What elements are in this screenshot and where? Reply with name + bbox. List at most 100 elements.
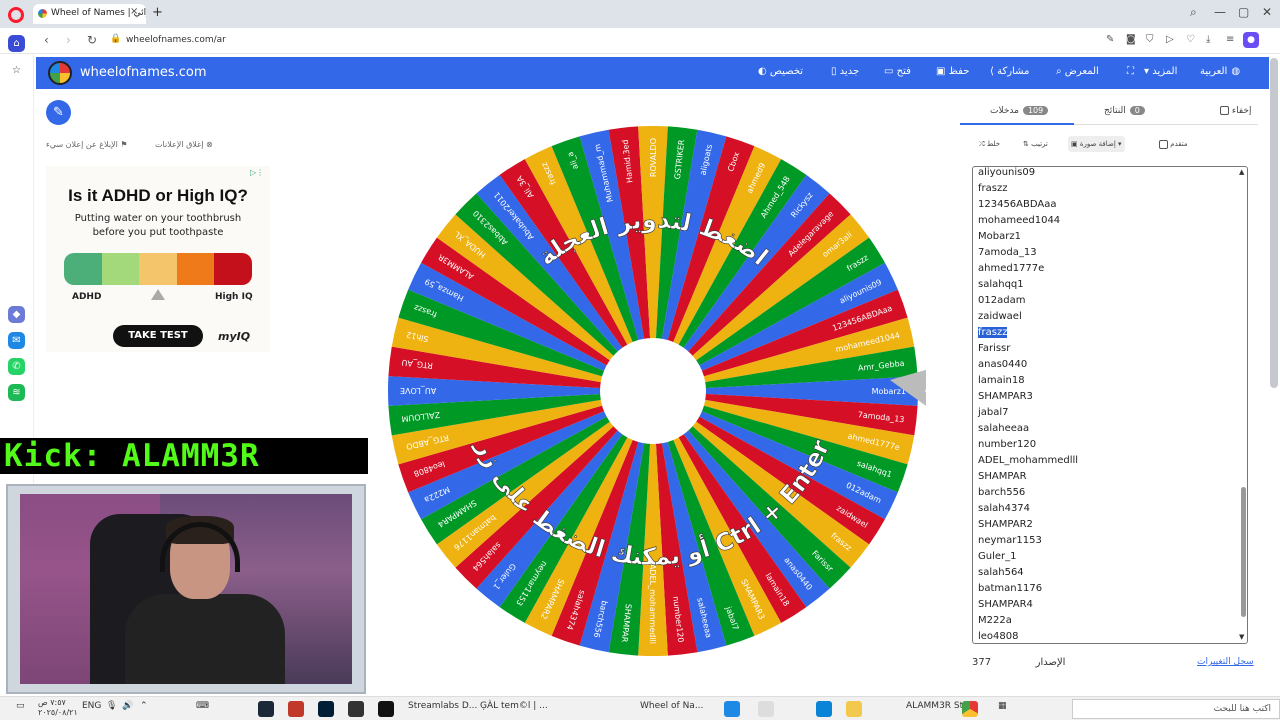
whatsapp-icon[interactable]: ✆ <box>8 358 25 375</box>
taskbar-app-streamlabs[interactable]: Streamlabs D... <box>408 701 477 711</box>
entry-item[interactable]: SHAMPAR3 <box>978 389 1078 405</box>
aria-icon[interactable]: ◆ <box>8 306 25 323</box>
taskbar-app-wheel[interactable]: Wheel of Na... <box>640 701 703 711</box>
taskbar-app-2[interactable]: ĢÀL tem©l | ... <box>480 701 548 711</box>
entry-item[interactable]: number120 <box>978 437 1078 453</box>
entry-item[interactable]: anas0440 <box>978 357 1078 373</box>
app-icon[interactable] <box>348 701 364 717</box>
minimize-button[interactable]: — <box>1214 5 1226 19</box>
download-icon[interactable]: ⤓ <box>1206 34 1210 45</box>
edit-page-icon[interactable]: ✎ <box>1106 34 1114 45</box>
file-explorer-icon[interactable] <box>846 701 862 717</box>
menu-icon[interactable]: ≡ <box>1226 34 1234 45</box>
chevron-up-icon[interactable]: ⌃ <box>140 701 148 711</box>
url-field[interactable]: wheelofnames.com/ar <box>126 35 226 45</box>
entry-item[interactable]: 123456ABDAaa <box>978 197 1078 213</box>
entry-item[interactable]: SHAMPAR2 <box>978 517 1078 533</box>
advertisement[interactable]: ▷⋮ Is it ADHD or High IQ? Putting water … <box>46 166 270 352</box>
report-ad-link[interactable]: الإبلاغ عن إعلان سيء ⚑ <box>46 140 128 149</box>
menu-open[interactable]: ▭ فتح <box>884 66 911 77</box>
taskbar-search[interactable]: اكتب هنا للبحث <box>1072 699 1280 719</box>
entry-item[interactable]: ahmed1777e <box>978 261 1078 277</box>
menu-more[interactable]: ▾ المزيد <box>1144 66 1177 77</box>
reload-icon[interactable]: ↻ <box>87 33 97 47</box>
entry-item[interactable]: SHAMPAR <box>978 469 1078 485</box>
entry-item[interactable]: salah4374 <box>978 501 1078 517</box>
entry-item[interactable]: 012adam <box>978 293 1078 309</box>
entry-item[interactable]: salahqq1 <box>978 277 1078 293</box>
play-icon[interactable]: ▷ <box>1166 34 1174 45</box>
shield-icon[interactable]: ⛉ <box>1146 34 1154 45</box>
outlook-icon[interactable] <box>724 701 740 717</box>
lock-icon[interactable]: 🔒 <box>110 34 121 44</box>
opera-logo-icon[interactable] <box>8 7 24 23</box>
tab-search-icon[interactable]: ⌕ <box>1190 5 1197 20</box>
tab-close-icon[interactable]: × <box>130 6 138 17</box>
tab-results[interactable]: النتائج 0 <box>1104 106 1145 116</box>
back-icon[interactable]: ‹ <box>44 33 49 47</box>
spotify-icon[interactable]: ≋ <box>8 384 25 401</box>
entry-item[interactable]: barch556 <box>978 485 1078 501</box>
menu-gallery[interactable]: ⌕ المعرض <box>1056 66 1099 77</box>
messenger-icon[interactable]: ✉ <box>8 332 25 349</box>
entry-item[interactable]: fraszz <box>978 325 1078 341</box>
language-indicator[interactable]: ENG <box>82 701 101 711</box>
edit-wheel-button[interactable]: ✎ <box>46 100 71 125</box>
red-app-icon[interactable] <box>288 701 304 717</box>
volume-icon[interactable]: 🔊 <box>122 701 133 711</box>
scroll-thumb[interactable] <box>1241 487 1246 617</box>
entry-item[interactable]: 7amoda_13 <box>978 245 1078 261</box>
tiktok-icon[interactable] <box>378 701 394 717</box>
close-ads-link[interactable]: إغلاق الإعلانات ⊗ <box>155 140 213 149</box>
ad-take-test-button[interactable]: TAKE TEST <box>113 325 203 347</box>
entry-item[interactable]: Mobarz1 <box>978 229 1078 245</box>
star-icon[interactable]: ☆ <box>8 62 25 79</box>
entry-item[interactable]: M222a <box>978 613 1078 629</box>
new-tab-button[interactable]: + <box>152 5 163 20</box>
wheel-center[interactable] <box>600 338 706 444</box>
menu-new[interactable]: ▯ جديد <box>831 66 859 77</box>
hide-toggle[interactable]: إخفاء <box>1216 106 1251 116</box>
advanced-toggle[interactable]: متقدم <box>1152 136 1191 152</box>
sort-button[interactable]: ⇅ ترتيب <box>1020 136 1051 152</box>
entry-item[interactable]: ADEL_mohammedlll <box>978 453 1078 469</box>
add-image-button[interactable]: ▣ إضافة صورة ▾ <box>1068 136 1125 152</box>
maximize-button[interactable]: ▢ <box>1238 5 1249 19</box>
notification-icon[interactable]: ▭ <box>16 701 25 711</box>
entry-item[interactable]: lamain18 <box>978 373 1078 389</box>
profile-icon[interactable]: ● <box>1243 32 1259 48</box>
entries-scrollbar[interactable]: ▲ ▼ <box>1239 167 1247 643</box>
forward-icon[interactable]: › <box>66 33 71 47</box>
camera-icon[interactable]: ◙ <box>1126 34 1136 45</box>
entry-item[interactable]: SHAMPAR4 <box>978 597 1078 613</box>
mic-icon[interactable]: 🎙 <box>106 701 117 711</box>
home-icon[interactable]: ⌂ <box>8 35 25 52</box>
advanced-checkbox[interactable] <box>1159 139 1168 149</box>
photoshop-icon[interactable] <box>318 701 334 717</box>
entries-textarea[interactable]: aliyounis09 fraszz 123456ABDAaa mohameed104… <box>972 166 1248 644</box>
chrome-icon[interactable] <box>962 701 978 717</box>
entry-item[interactable]: mohameed1044 <box>978 213 1078 229</box>
entry-item[interactable]: zaidwael <box>978 309 1078 325</box>
scroll-down-icon[interactable]: ▼ <box>1239 633 1244 641</box>
entry-item[interactable]: salah564 <box>978 565 1078 581</box>
tab-entries[interactable]: مدخلات 109 <box>990 106 1049 116</box>
shuffle-button[interactable]: ⤮ خلط <box>976 136 1003 152</box>
heart-icon[interactable]: ♡ <box>1186 34 1195 45</box>
entry-item[interactable]: jabal7 <box>978 405 1078 421</box>
task-view-icon[interactable]: ▦ <box>998 701 1007 711</box>
steam-icon[interactable] <box>258 701 274 717</box>
site-name[interactable]: wheelofnames.com <box>80 65 207 80</box>
wheel[interactable]: Mobarz17amoda_13ahmed1777esalahqq1012ada… <box>380 118 926 664</box>
scroll-up-icon[interactable]: ▲ <box>1239 168 1244 176</box>
close-window-button[interactable]: ✕ <box>1262 5 1272 19</box>
entry-item[interactable]: Farissr <box>978 341 1078 357</box>
site-logo-icon[interactable] <box>48 61 72 85</box>
entry-item[interactable]: neymar1153 <box>978 533 1078 549</box>
entry-item[interactable]: fraszz <box>978 181 1078 197</box>
ad-info-icon[interactable]: ▷⋮ <box>250 168 264 177</box>
keyboard-icon[interactable]: ⌨ <box>196 701 209 711</box>
menu-save[interactable]: ▣ حفظ <box>936 66 969 77</box>
menu-language[interactable]: العربية ◍ <box>1200 66 1240 77</box>
entry-item[interactable]: salaheeaa <box>978 421 1078 437</box>
